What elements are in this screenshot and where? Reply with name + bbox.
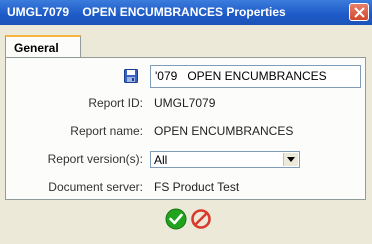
document-server-label: Document server: bbox=[48, 180, 143, 194]
dropdown-button[interactable] bbox=[283, 153, 298, 166]
chevron-down-icon bbox=[287, 157, 295, 162]
report-version-label: Report version(s): bbox=[47, 152, 143, 166]
report-name-input[interactable]: '079 OPEN ENCUMBRANCES bbox=[150, 65, 361, 88]
window-title: UMGL7079 OPEN ENCUMBRANCES Properties bbox=[7, 5, 286, 19]
report-id-value: UMGL7079 bbox=[154, 96, 216, 110]
report-id-label: Report ID: bbox=[88, 96, 143, 110]
close-icon bbox=[354, 7, 365, 18]
cancel-button[interactable] bbox=[190, 208, 212, 230]
close-button[interactable] bbox=[349, 3, 369, 21]
tab-general[interactable]: General bbox=[5, 35, 81, 58]
report-version-selected: All bbox=[154, 153, 168, 167]
ok-button[interactable] bbox=[165, 208, 187, 230]
tab-general-label: General bbox=[14, 41, 59, 55]
report-name-value: OPEN ENCUMBRANCES bbox=[154, 124, 294, 138]
report-name-label: Report name: bbox=[70, 124, 143, 138]
document-server-value: FS Product Test bbox=[154, 180, 240, 194]
save-icon[interactable] bbox=[124, 69, 138, 83]
properties-dialog: UMGL7079 OPEN ENCUMBRANCES Properties Ge… bbox=[0, 0, 372, 244]
report-version-select[interactable]: All bbox=[150, 151, 300, 168]
title-bar[interactable]: UMGL7079 OPEN ENCUMBRANCES Properties bbox=[0, 0, 372, 25]
